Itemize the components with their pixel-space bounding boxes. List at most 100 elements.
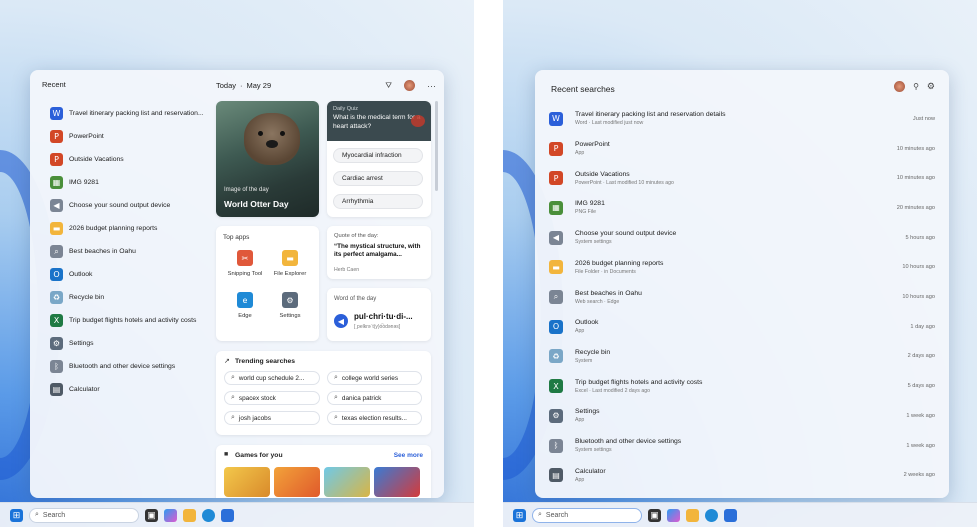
recent-item[interactable]: W Travel itinerary packing list and reser… xyxy=(50,102,230,125)
share-icon[interactable]: ⚲ xyxy=(913,82,919,91)
recent-title: Recent xyxy=(42,80,66,89)
taskbar-search-box[interactable]: ⌕ Search xyxy=(29,507,139,523)
more-options-icon[interactable]: ··· xyxy=(427,81,436,91)
game-tile[interactable] xyxy=(224,467,270,497)
game-tile[interactable] xyxy=(324,467,370,497)
recent-search-row[interactable]: ▬ 2026 budget planning reports File Folder… xyxy=(549,253,935,283)
recent-item[interactable]: P Outside Vacations xyxy=(50,148,230,171)
recent-search-row[interactable]: ⚙ Settings App 1 week ago xyxy=(549,401,935,431)
recent-search-row[interactable]: O Outlook App 1 day ago xyxy=(549,312,935,342)
quiz-answer[interactable]: Cardiac arrest xyxy=(333,171,423,186)
recent-search-row[interactable]: W Travel itinerary packing list and reser… xyxy=(549,104,935,134)
filter-icon[interactable]: ⛛ xyxy=(385,81,392,91)
app-tile[interactable]: ⚙ Settings xyxy=(265,292,315,319)
recent-search-row[interactable]: X Trip budget flights hotels and activity… xyxy=(549,371,935,401)
scrollbar[interactable] xyxy=(435,101,438,191)
app-tile[interactable]: ✂ Snipping Tool xyxy=(220,250,270,277)
recent-search-text: Bluetooth and other device settings Syste… xyxy=(575,438,906,453)
see-more-link[interactable]: See more xyxy=(394,452,423,459)
recent-search-subtitle: PNG File xyxy=(575,209,597,216)
recent-search-title: Recycle bin xyxy=(575,348,611,356)
word-of-the-day-card[interactable]: Word of the day ◀ pul·chri·tu·di-... [ˌp… xyxy=(327,288,431,341)
recent-item[interactable]: O Outlook xyxy=(50,263,230,286)
recent-item-label: Recycle bin xyxy=(69,294,105,301)
trending-search-label: josh jacobs xyxy=(238,414,271,422)
windows-start-icon[interactable]: ⊞ xyxy=(10,508,23,522)
trending-search-pill[interactable]: ⌕ college world series xyxy=(327,371,422,385)
app-tile[interactable]: ▬ File Explorer xyxy=(265,250,315,277)
recent-search-row[interactable]: ⌕ Best beaches in Oahu Web search · Edge 10… xyxy=(549,282,935,312)
word-icon: W xyxy=(50,107,63,120)
taskbar: ⊞ ⌕ Search ▣ xyxy=(0,502,474,527)
recycle-bin-icon: ♻ xyxy=(50,291,63,304)
windows-start-icon[interactable]: ⊞ xyxy=(513,508,526,522)
recent-search-text: Choose your sound output device System se… xyxy=(575,230,905,245)
recent-item[interactable]: ▬ 2026 budget planning reports xyxy=(50,217,230,240)
app-tile[interactable]: e Edge xyxy=(220,292,270,319)
recent-item[interactable]: ▦ IMG 9281 xyxy=(50,171,230,194)
recent-item[interactable]: ⚙ Settings xyxy=(50,332,230,355)
recycle-bin-icon: ♻ xyxy=(549,349,563,364)
recent-search-subtitle: System settings xyxy=(575,447,612,454)
daily-quiz-card[interactable]: Daily Quiz What is the medical term for … xyxy=(327,101,431,217)
trending-search-pill[interactable]: ⌕ josh jacobs xyxy=(224,411,320,425)
search-icon: ⌕ xyxy=(538,511,542,518)
edge-icon[interactable] xyxy=(705,508,718,522)
image-of-the-day-card[interactable]: Image of the day World Otter Day xyxy=(216,101,319,217)
edge-icon[interactable] xyxy=(202,508,215,522)
copilot-icon[interactable] xyxy=(164,508,177,522)
recent-item[interactable]: ᛒ Bluetooth and other device settings xyxy=(50,355,230,378)
recent-search-row[interactable]: ᛒ Bluetooth and other device settings Syst… xyxy=(549,431,935,461)
trending-search-label: world cup schedule 2... xyxy=(238,374,305,382)
quote-of-the-day-card[interactable]: Quote of the day: “The mystical structur… xyxy=(327,226,431,279)
taskbar-search-placeholder: Search xyxy=(42,511,66,519)
trending-icon: ↗ xyxy=(224,358,230,365)
recent-item[interactable]: ⌕ Best beaches in Oahu xyxy=(50,240,230,263)
image-icon: ▦ xyxy=(50,176,63,189)
powerpoint-icon: P xyxy=(549,141,563,156)
recent-search-row[interactable]: P PowerPoint App 10 minutes ago xyxy=(549,134,935,164)
file-explorer-icon[interactable] xyxy=(686,508,699,522)
gear-icon[interactable]: ⚙ xyxy=(927,81,935,92)
store-icon[interactable] xyxy=(221,508,234,522)
recent-item[interactable]: X Trip budget flights hotels and activity… xyxy=(50,309,230,332)
trending-search-pill[interactable]: ⌕ world cup schedule 2... xyxy=(224,371,320,385)
recent-search-row[interactable]: ▤ Calculator App 2 weeks ago xyxy=(549,460,935,490)
recent-search-text: Recycle bin System xyxy=(575,349,908,364)
recent-search-text: Outlook App xyxy=(575,319,910,334)
trending-search-pill[interactable]: ⌕ danica patrick xyxy=(327,391,422,405)
recent-search-subtitle: App xyxy=(575,417,585,424)
recent-item[interactable]: ▤ Calculator xyxy=(50,378,230,401)
taskbar: ⊞ ⌕ Search ▣ xyxy=(503,502,977,527)
excel-icon: X xyxy=(549,379,563,394)
copilot-icon[interactable] xyxy=(667,508,680,522)
trending-search-pill[interactable]: ⌕ texas election results... xyxy=(327,411,422,425)
recent-item[interactable]: P PowerPoint xyxy=(50,125,230,148)
game-tile[interactable] xyxy=(274,467,320,497)
recent-search-subtitle: App xyxy=(575,328,585,335)
quiz-answer[interactable]: Arrhythmia xyxy=(333,194,423,209)
recent-item-label: Settings xyxy=(69,340,94,347)
top-apps-card: Top apps ✂ Snipping Tool ▬ File Explorer e Ed… xyxy=(216,226,319,341)
task-view-icon[interactable]: ▣ xyxy=(648,508,661,522)
recent-search-row[interactable]: ♻ Recycle bin System 2 days ago xyxy=(549,342,935,372)
app-label: File Explorer xyxy=(273,271,307,277)
speaker-icon[interactable]: ◀ xyxy=(334,314,348,328)
recent-search-row[interactable]: ▦ IMG 9281 PNG File 20 minutes ago xyxy=(549,193,935,223)
taskbar-search-box[interactable]: ⌕ Search xyxy=(532,507,642,523)
avatar[interactable] xyxy=(404,80,415,91)
task-view-icon[interactable]: ▣ xyxy=(145,508,158,522)
recent-search-subtitle: Word · Last modified just now xyxy=(575,120,644,127)
recent-search-row[interactable]: P Outside Vacations PowerPoint · Last modi… xyxy=(549,163,935,193)
image-icon: ▦ xyxy=(549,200,563,215)
trending-search-pill[interactable]: ⌕ spacex stock xyxy=(224,391,320,405)
quiz-answer[interactable]: Myocardial infraction xyxy=(333,148,423,163)
recent-item[interactable]: ◀ Choose your sound output device xyxy=(50,194,230,217)
avatar[interactable] xyxy=(894,81,906,92)
file-explorer-icon[interactable] xyxy=(183,508,196,522)
recent-item[interactable]: ♻ Recycle bin xyxy=(50,286,230,309)
recent-search-time: 5 hours ago xyxy=(905,234,935,241)
store-icon[interactable] xyxy=(724,508,737,522)
recent-search-row[interactable]: ◀ Choose your sound output device System s… xyxy=(549,223,935,253)
game-tile[interactable] xyxy=(374,467,420,497)
